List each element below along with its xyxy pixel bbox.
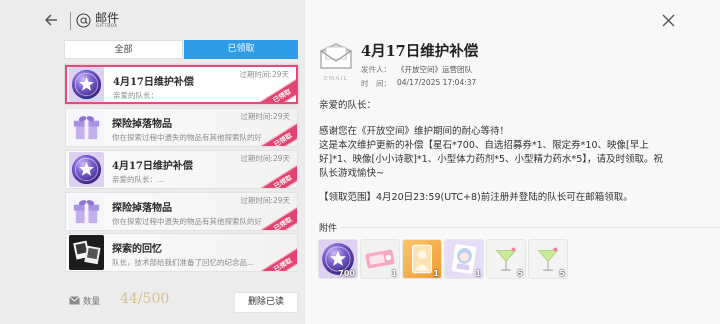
time-label: 时 间： bbox=[361, 79, 391, 88]
close-icon[interactable] bbox=[662, 14, 675, 27]
mail-expire-time: 过期时间:29天 bbox=[240, 112, 290, 121]
attachment-item[interactable]: 1 bbox=[445, 240, 483, 278]
star-orb-icon bbox=[69, 152, 104, 187]
mail-filter-tabs: 全部 已领取 bbox=[64, 40, 298, 59]
mail-body: 感谢您在《开放空间》维护期间的耐心等待！ 这是本次维护更新的补偿【星石*700、… bbox=[319, 125, 663, 181]
mail-preview: 你在探索过程中遗失的物品有其他探索队的好 bbox=[112, 133, 262, 142]
envelope-icon bbox=[320, 43, 352, 69]
delete-read-button[interactable]: 删除已读 bbox=[234, 292, 298, 313]
attachment-item[interactable]: 1 bbox=[361, 240, 399, 278]
mail-body-line: 感谢您在《开放空间》维护期间的耐心等待！ bbox=[319, 126, 510, 137]
page-subtitle: GIFTBOX bbox=[96, 24, 118, 29]
sender-value: 《开放空间》运营团队 bbox=[397, 65, 472, 74]
tab-claimed[interactable]: 已领取 bbox=[184, 40, 298, 59]
mail-preview: 队长，技术部给我们准备了回忆的纪念品... bbox=[112, 258, 255, 267]
mail-expire-time: 过期时间:29天 bbox=[240, 154, 290, 163]
attachment-item[interactable]: 5 bbox=[487, 240, 525, 278]
mail-expire-time: 过期时间:29天 bbox=[239, 70, 289, 79]
mail-detail-title: 4月17日维护补偿 bbox=[361, 43, 479, 60]
attachments-divider bbox=[340, 227, 720, 228]
attachment-count: 5 bbox=[559, 269, 565, 278]
mail-title: 探索的回忆 bbox=[112, 244, 162, 255]
mail-greeting: 亲爱的队长： bbox=[319, 100, 377, 111]
mail-body-line: 这是本次维护更新的补偿【星石*700、自选招募券*1、限定券*10、映像[早上 bbox=[319, 140, 649, 151]
mail-body-line: 好]*1、映像[小小诗歌]*1、小型体力药剂*5、小型精力药水*5】，请及时领取… bbox=[319, 154, 664, 165]
tab-all[interactable]: 全部 bbox=[64, 40, 183, 59]
mail-title: 4月17日维护补偿 bbox=[112, 161, 193, 172]
envelope-caption: EMAIL bbox=[323, 76, 349, 82]
mail-preview: 亲爱的队长：... bbox=[112, 175, 165, 184]
attachment-count: 5 bbox=[517, 269, 523, 278]
attachment-item[interactable]: 700 bbox=[319, 240, 357, 278]
mail-title: 探险掉落物品 bbox=[112, 119, 172, 130]
gift-box-icon bbox=[69, 194, 104, 229]
memory-photo-icon bbox=[69, 235, 104, 270]
attachment-count: 1 bbox=[391, 269, 397, 278]
mail-count-value: 44/500 bbox=[120, 291, 170, 307]
mail-title: 4月17日维护补偿 bbox=[113, 77, 194, 88]
sender-label: 发件人： bbox=[361, 65, 391, 74]
star-orb-icon bbox=[69, 67, 104, 102]
mail-list-panel: 邮件 GIFTBOX 全部 已领取 4月17日维护补偿 过期时间:29天 亲爱的… bbox=[0, 0, 305, 324]
envelope-small-icon bbox=[69, 296, 80, 305]
back-arrow-icon[interactable] bbox=[44, 13, 58, 27]
header-divider bbox=[70, 12, 71, 30]
attachments-label: 附件 bbox=[319, 224, 338, 234]
attachment-item[interactable]: 5 bbox=[529, 240, 567, 278]
time-value: 04/17/2025 17:04:37 bbox=[397, 78, 477, 87]
mail-title: 探险掉落物品 bbox=[112, 203, 172, 214]
mail-item[interactable]: 探险掉落物品 过期时间:29天 你在探索过程中遗失的物品有其他探索队的好 已领取 bbox=[65, 108, 298, 147]
mail-preview: 你在探索过程中遗失的物品有其他探索队的好 bbox=[112, 217, 262, 226]
mail-item[interactable]: 4月17日维护补偿 过期时间:29天 亲爱的队长：... 已领取 bbox=[65, 150, 298, 189]
mail-list: 4月17日维护补偿 过期时间:29天 亲爱的队长： 已领取 探险掉落物品 过期时… bbox=[64, 63, 300, 275]
mail-body-line: 队长游戏愉快~ bbox=[319, 168, 384, 179]
mail-item[interactable]: 4月17日维护补偿 过期时间:29天 亲爱的队长： 已领取 bbox=[65, 65, 298, 104]
mail-expire-time: 过期时间:29天 bbox=[240, 196, 290, 205]
mail-detail-panel: EMAIL 4月17日维护补偿 发件人： 《开放空间》运营团队 时 间： 04/… bbox=[305, 0, 720, 324]
at-mail-icon bbox=[76, 13, 91, 28]
mail-count-label: 数量 bbox=[83, 297, 101, 307]
mail-item[interactable]: 探险掉落物品 过期时间:29天 你在探索过程中遗失的物品有其他探索队的好 已领取 bbox=[65, 192, 298, 231]
attachment-count: 1 bbox=[433, 269, 439, 278]
gift-box-icon bbox=[69, 110, 104, 145]
claim-range-note: 【领取范围】4月20日23:59(UTC+8)前注册并登陆的队长可在邮箱领取。 bbox=[319, 192, 633, 203]
attachment-item[interactable]: 1 bbox=[403, 240, 441, 278]
attachment-count: 1 bbox=[475, 269, 481, 278]
attachment-count: 700 bbox=[338, 269, 355, 278]
mail-item[interactable]: 探索的回忆 队长，技术部给我们准备了回忆的纪念品... 已领取 bbox=[65, 233, 298, 272]
